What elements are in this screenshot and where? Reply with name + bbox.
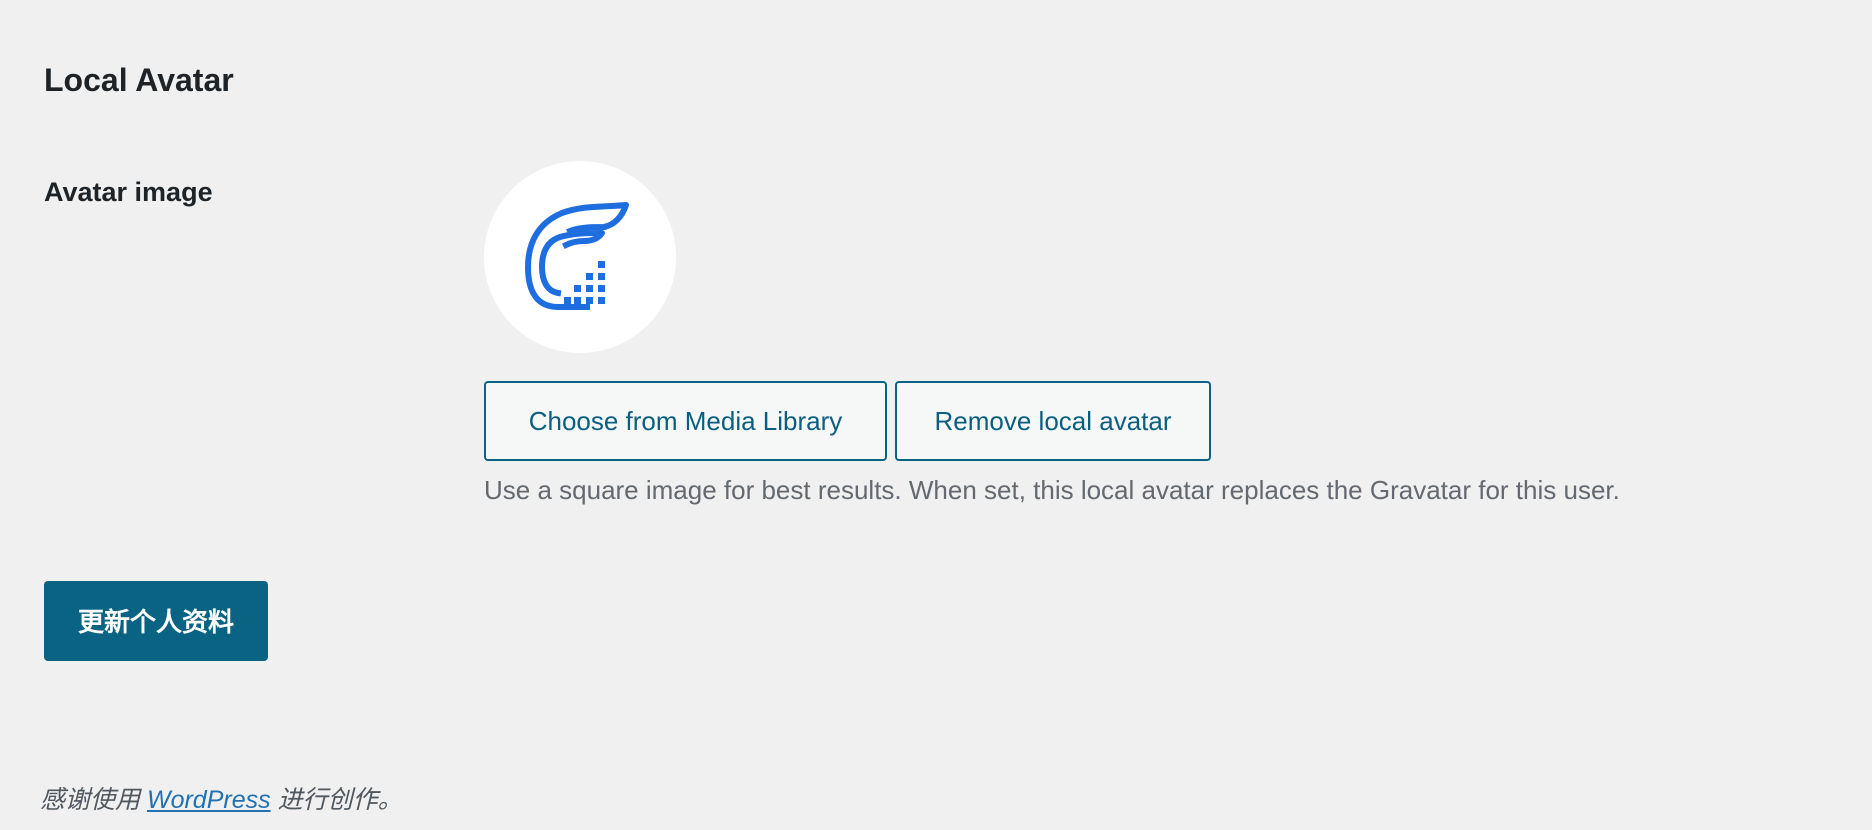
blue-c-logo-icon	[525, 202, 629, 311]
footer-credit: 感谢使用 WordPress 进行创作。	[40, 782, 403, 818]
remove-local-avatar-button[interactable]: Remove local avatar	[895, 381, 1211, 461]
update-profile-button[interactable]: 更新个人资料	[44, 581, 268, 661]
wordpress-link[interactable]: WordPress	[147, 786, 271, 814]
footer-suffix: 进行创作。	[277, 786, 403, 814]
section-title: Local Avatar	[44, 62, 234, 98]
footer-prefix: 感谢使用	[40, 786, 141, 814]
avatar-image-label: Avatar image	[44, 177, 213, 207]
avatar-preview	[484, 161, 676, 353]
choose-from-media-library-button[interactable]: Choose from Media Library	[484, 381, 887, 461]
avatar-actions: Choose from Media Library Remove local a…	[484, 381, 1211, 461]
avatar-description: Use a square image for best results. Whe…	[484, 475, 1620, 505]
